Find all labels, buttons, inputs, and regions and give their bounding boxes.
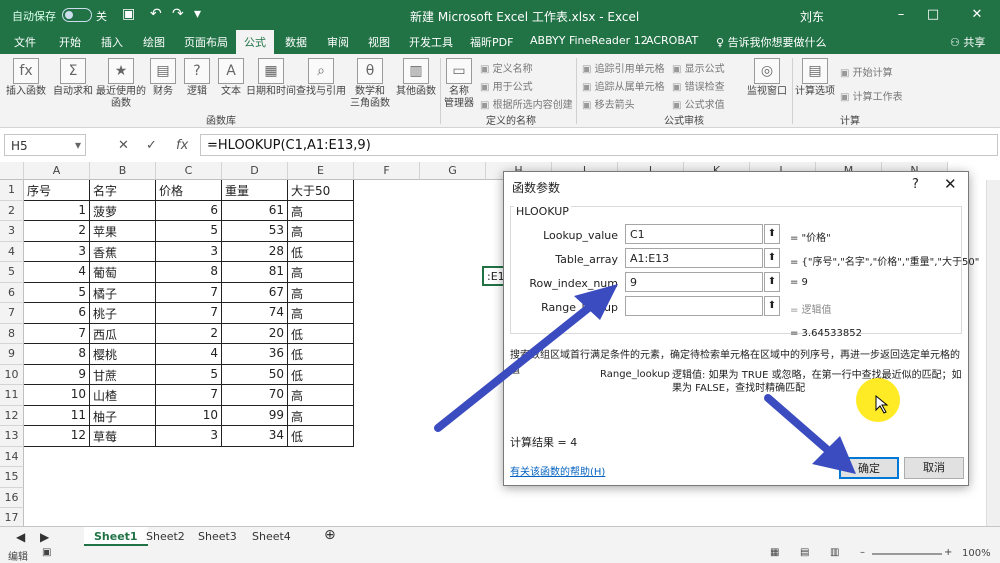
arrow-annotation-1: [434, 284, 618, 432]
annotation-overlay: [434, 284, 900, 474]
arrow-annotation-2: [764, 394, 856, 474]
